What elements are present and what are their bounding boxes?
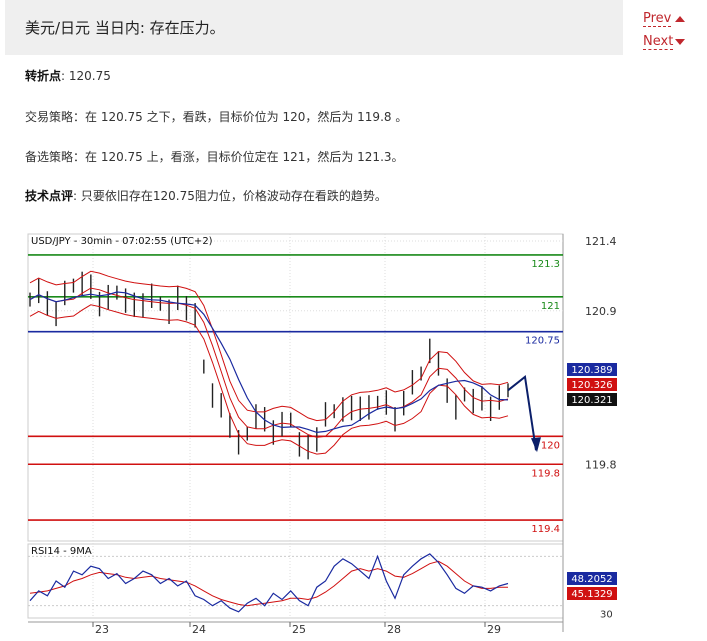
rsi-ma-label: 45.1329	[571, 589, 612, 600]
rsi-value-label: 48.2052	[571, 574, 612, 585]
chart-title: USD/JPY - 30min - 07:02:55 (UTC+2)	[31, 236, 213, 247]
x-tick-label: 29	[487, 623, 501, 636]
chart-svg: 121.4 120.9 119.8 23 24 25 28 29 USD/JPY - 30min…	[27, 233, 617, 636]
rsi-tick-label: 30	[600, 610, 613, 621]
x-tick-label: 24	[192, 623, 206, 636]
level-label: 120	[541, 440, 560, 451]
level-label: 120.75	[525, 336, 560, 347]
y-tick-label: 121.4	[585, 235, 617, 248]
level-label: 119.4	[531, 524, 560, 535]
x-tick-label: 28	[387, 623, 401, 636]
x-tick-label: 23	[95, 623, 109, 636]
price-tag-label: 120.321	[571, 395, 612, 406]
level-label: 119.8	[531, 468, 560, 479]
rsi-title: RSI14 - 9MA	[31, 546, 92, 557]
level-label: 121	[541, 301, 560, 312]
price-tag-label: 120.326	[571, 380, 612, 391]
rsi-panel	[27, 543, 564, 619]
y-tick-label: 120.9	[585, 305, 617, 318]
level-label: 121.3	[531, 259, 560, 270]
price-tag-label: 120.389	[571, 365, 612, 376]
y-tick-label: 119.8	[585, 458, 617, 471]
x-tick-label: 25	[292, 623, 306, 636]
